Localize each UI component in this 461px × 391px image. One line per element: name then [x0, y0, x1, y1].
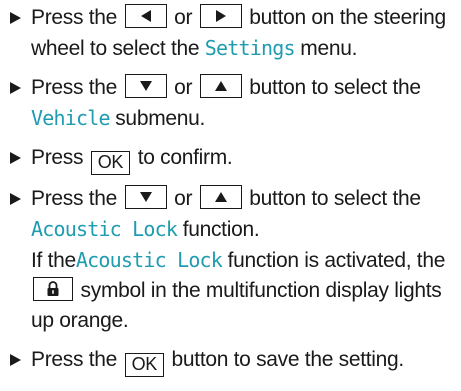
step-text: Press the — [31, 348, 118, 371]
triangle-down-icon — [139, 81, 152, 91]
instruction-step: Press the or button to select the Acoust… — [10, 184, 458, 336]
down-button-key — [124, 74, 167, 98]
submenu-name: Vehicle — [31, 106, 110, 130]
triangle-down-icon — [139, 192, 152, 202]
padlock-icon — [47, 281, 59, 296]
instruction-list: Press the or button on the steering whee… — [10, 3, 458, 377]
triangle-up-icon — [214, 81, 227, 91]
function-name: Acoustic Lock — [75, 248, 223, 272]
ok-button-key: OK — [90, 151, 131, 175]
down-button-key — [124, 185, 167, 209]
step-text: menu. — [300, 37, 358, 60]
up-button-key — [199, 74, 242, 98]
step-text: submenu. — [115, 107, 206, 130]
ok-button-key: OK — [124, 353, 164, 377]
step-text: function. — [182, 218, 260, 241]
step-text: or — [174, 187, 193, 210]
step-text: symbol in the multifunction display ligh… — [31, 279, 442, 332]
step-text: Press the — [31, 76, 118, 99]
triangle-left-icon — [140, 10, 151, 22]
step-text: or — [174, 6, 193, 29]
step-text: If the — [31, 249, 76, 272]
step-text: Press the — [31, 6, 118, 29]
function-name: Acoustic Lock — [31, 217, 178, 241]
triangle-bullet-icon — [10, 152, 21, 164]
triangle-up-icon — [214, 192, 227, 202]
step-text: button to select the — [249, 187, 421, 210]
step-text: button to select the — [249, 76, 421, 99]
instruction-step: Press the OK button to save the setting. — [10, 345, 458, 377]
step-text: Press the — [31, 187, 118, 210]
lock-symbol-key — [33, 277, 73, 301]
triangle-bullet-icon — [10, 354, 21, 366]
left-button-key — [124, 4, 167, 28]
step-text: to confirm. — [137, 146, 233, 169]
triangle-bullet-icon — [10, 82, 21, 94]
step-text: Press — [31, 146, 84, 169]
step-text: or — [174, 76, 193, 99]
right-button-key — [199, 4, 242, 28]
menu-name: Settings — [204, 36, 296, 60]
step-text: function is activated, the — [227, 249, 446, 272]
triangle-bullet-icon — [10, 193, 21, 205]
instruction-step: Press the or button on the steering whee… — [10, 3, 458, 64]
up-button-key — [199, 185, 242, 209]
step-text: button to save the setting. — [171, 348, 405, 371]
triangle-bullet-icon — [10, 12, 21, 24]
instruction-step: Press OK to confirm. — [10, 143, 458, 175]
triangle-right-icon — [215, 10, 226, 22]
instruction-step: Press the or button to select the Vehicl… — [10, 73, 458, 134]
